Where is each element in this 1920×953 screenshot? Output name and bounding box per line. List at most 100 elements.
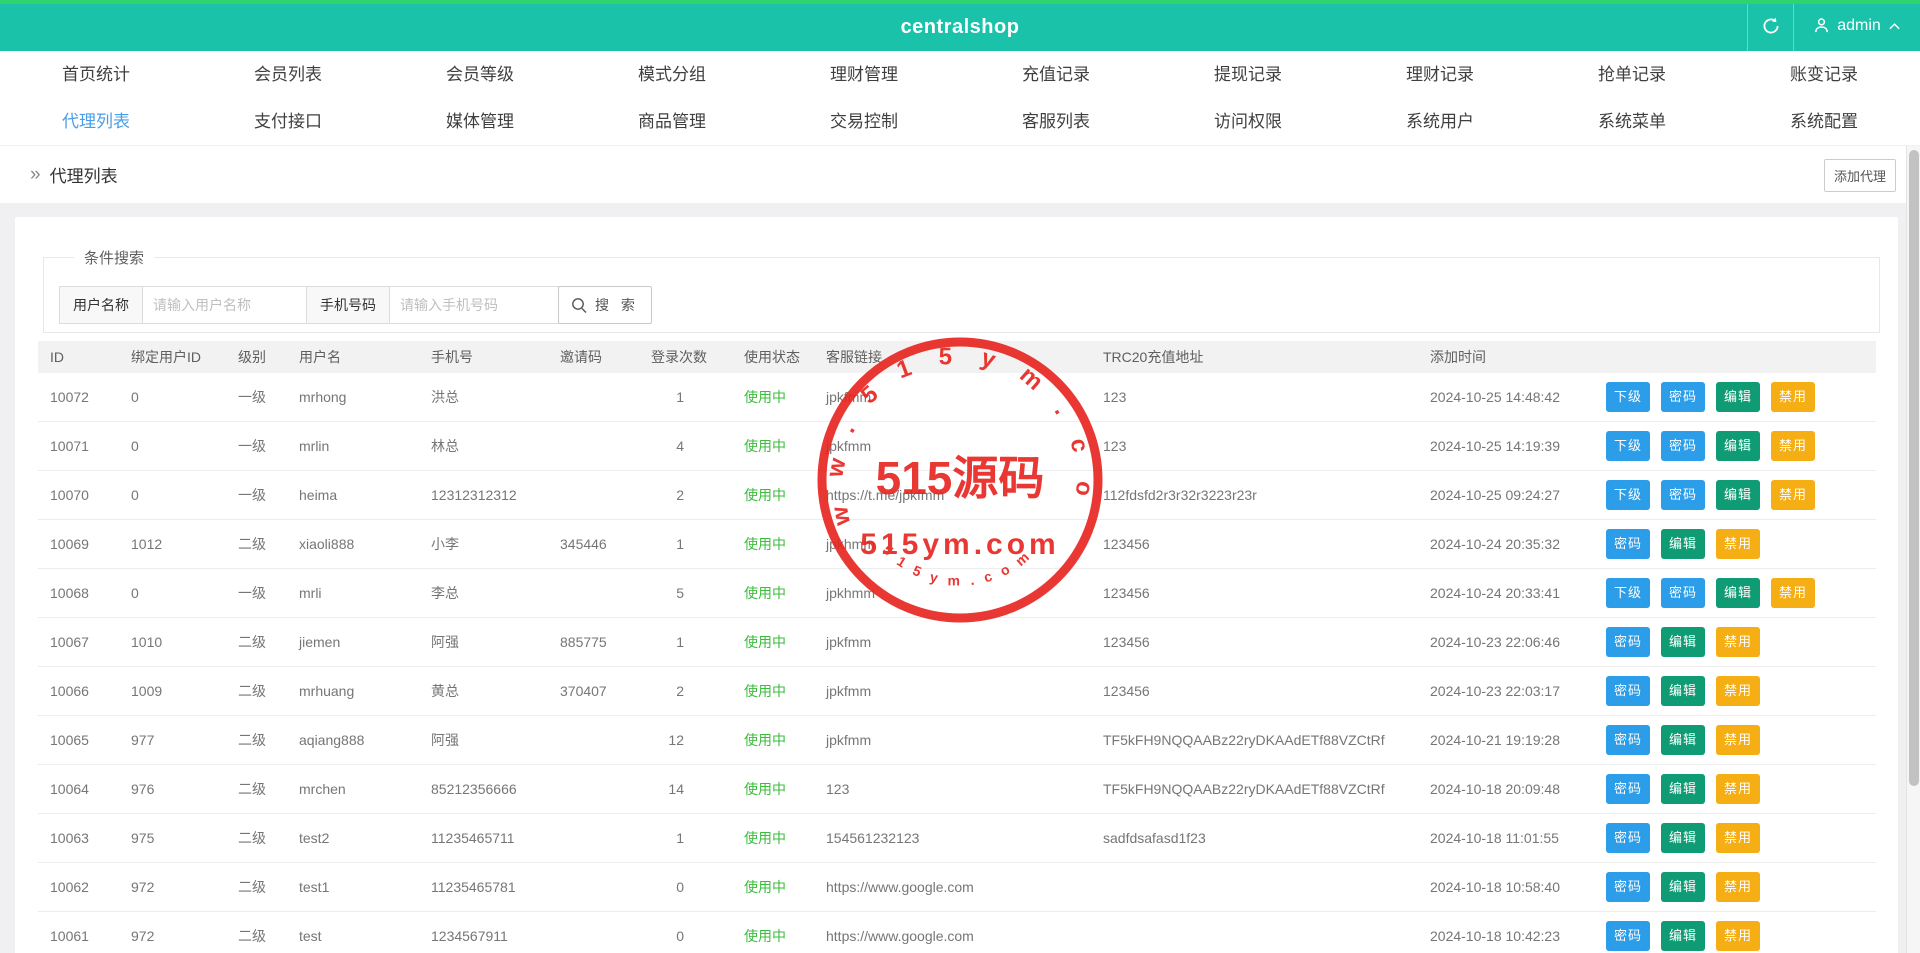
scrollbar-thumb[interactable] (1909, 150, 1919, 786)
cell-logins: 1 (676, 634, 684, 650)
action-pwd-button[interactable]: 密码 (1606, 774, 1650, 804)
cell-trc20: 112fdsfd2r3r32r3223r23r (1103, 487, 1257, 503)
nav-item-会员等级[interactable]: 会员等级 (384, 51, 576, 98)
action-pwd-button[interactable]: 密码 (1661, 480, 1705, 510)
action-disable-button[interactable]: 禁用 (1771, 578, 1815, 608)
nav-item-代理列表[interactable]: 代理列表 (0, 98, 192, 145)
cell-time: 2024-10-23 22:06:46 (1430, 634, 1560, 650)
table-row: 10067 1010 二级 jiemen 阿强 885775 1 使用中 jpkfmm 12345… (38, 618, 1876, 667)
admin-menu[interactable]: admin (1794, 0, 1920, 51)
cell-username: test (299, 928, 322, 944)
action-disable-button[interactable]: 禁用 (1771, 382, 1815, 412)
nav-item-交易控制[interactable]: 交易控制 (768, 98, 960, 145)
table-row: 10072 0 一级 mrhong 洪总 1 使用中 jpkfmm 123 2024-10-25 … (38, 373, 1876, 422)
nav-item-模式分组[interactable]: 模式分组 (576, 51, 768, 98)
action-edit-button[interactable]: 编辑 (1661, 627, 1705, 657)
action-edit-button[interactable]: 编辑 (1661, 774, 1705, 804)
action-pwd-button[interactable]: 密码 (1606, 529, 1650, 559)
cell-level: 二级 (238, 928, 266, 944)
action-edit-button[interactable]: 编辑 (1716, 578, 1760, 608)
action-edit-button[interactable]: 编辑 (1661, 725, 1705, 755)
cell-id: 10069 (50, 536, 89, 552)
cell-time: 2024-10-21 19:19:28 (1430, 732, 1560, 748)
nav-item-商品管理[interactable]: 商品管理 (576, 98, 768, 145)
nav-item-媒体管理[interactable]: 媒体管理 (384, 98, 576, 145)
refresh-icon (1763, 17, 1778, 33)
add-agent-button[interactable]: 添加代理 (1823, 159, 1896, 192)
admin-username: admin (1837, 16, 1881, 34)
cell-bind-id: 0 (131, 585, 139, 601)
action-edit-button[interactable]: 编辑 (1661, 872, 1705, 902)
nav-item-充值记录[interactable]: 充值记录 (960, 51, 1152, 98)
nav-item-提现记录[interactable]: 提现记录 (1152, 51, 1344, 98)
nav-item-账变记录[interactable]: 账变记录 (1728, 51, 1920, 98)
nav-item-客服列表[interactable]: 客服列表 (960, 98, 1152, 145)
action-edit-button[interactable]: 编辑 (1661, 823, 1705, 853)
cell-actions: 密码 编辑 禁用 (1584, 765, 1876, 813)
action-disable-button[interactable]: 禁用 (1716, 676, 1760, 706)
action-sub-button[interactable]: 下级 (1606, 431, 1650, 461)
action-pwd-button[interactable]: 密码 (1606, 725, 1650, 755)
cell-invite (548, 471, 639, 519)
action-edit-button[interactable]: 编辑 (1716, 382, 1760, 412)
action-edit-button[interactable]: 编辑 (1661, 529, 1705, 559)
action-disable-button[interactable]: 禁用 (1716, 627, 1760, 657)
nav-item-抢单记录[interactable]: 抢单记录 (1536, 51, 1728, 98)
action-pwd-button[interactable]: 密码 (1606, 823, 1650, 853)
cell-trc20: 123456 (1103, 634, 1150, 650)
action-disable-button[interactable]: 禁用 (1716, 872, 1760, 902)
action-pwd-button[interactable]: 密码 (1661, 431, 1705, 461)
cell-time: 2024-10-25 14:19:39 (1430, 438, 1560, 454)
phone-input[interactable] (389, 286, 559, 324)
nav-item-系统菜单[interactable]: 系统菜单 (1536, 98, 1728, 145)
nav-item-首页统计[interactable]: 首页统计 (0, 51, 192, 98)
nav-item-访问权限[interactable]: 访问权限 (1152, 98, 1344, 145)
cell-phone: 李总 (431, 585, 459, 601)
cell-level: 一级 (238, 389, 266, 405)
nav-item-理财记录[interactable]: 理财记录 (1344, 51, 1536, 98)
cell-trc20: 123 (1103, 438, 1127, 454)
action-pwd-button[interactable]: 密码 (1606, 627, 1650, 657)
cell-level: 一级 (238, 438, 266, 454)
action-sub-button[interactable]: 下级 (1606, 480, 1650, 510)
cell-time: 2024-10-18 20:09:48 (1430, 781, 1560, 797)
column-header-客服链接: 客服链接 (826, 349, 882, 365)
action-sub-button[interactable]: 下级 (1606, 578, 1650, 608)
action-disable-button[interactable]: 禁用 (1716, 823, 1760, 853)
column-header-用户名: 用户名 (299, 349, 341, 365)
nav-item-系统用户[interactable]: 系统用户 (1344, 98, 1536, 145)
action-disable-button[interactable]: 禁用 (1716, 774, 1760, 804)
action-pwd-button[interactable]: 密码 (1606, 872, 1650, 902)
nav-item-理财管理[interactable]: 理财管理 (768, 51, 960, 98)
action-disable-button[interactable]: 禁用 (1771, 480, 1815, 510)
search-fieldset: 条件搜索 用户名称 手机号码 搜 索 (43, 247, 1880, 333)
action-edit-button[interactable]: 编辑 (1716, 431, 1760, 461)
cell-phone: 小李 (431, 536, 459, 552)
action-disable-button[interactable]: 禁用 (1771, 431, 1815, 461)
action-pwd-button[interactable]: 密码 (1606, 921, 1650, 951)
cell-phone: 林总 (431, 438, 459, 454)
nav-item-系统配置[interactable]: 系统配置 (1728, 98, 1920, 145)
cell-trc20 (1091, 863, 1418, 911)
nav-item-支付接口[interactable]: 支付接口 (192, 98, 384, 145)
action-disable-button[interactable]: 禁用 (1716, 725, 1760, 755)
search-button[interactable]: 搜 索 (558, 286, 652, 324)
cell-level: 二级 (238, 634, 266, 650)
cell-invite: 345446 (560, 536, 607, 552)
cell-username: mrlin (299, 438, 330, 454)
nav-item-会员列表[interactable]: 会员列表 (192, 51, 384, 98)
action-pwd-button[interactable]: 密码 (1606, 676, 1650, 706)
username-input[interactable] (142, 286, 312, 324)
action-pwd-button[interactable]: 密码 (1661, 382, 1705, 412)
username-label: 用户名称 (59, 286, 142, 324)
action-pwd-button[interactable]: 密码 (1661, 578, 1705, 608)
action-disable-button[interactable]: 禁用 (1716, 529, 1760, 559)
action-disable-button[interactable]: 禁用 (1716, 921, 1760, 951)
action-sub-button[interactable]: 下级 (1606, 382, 1650, 412)
action-edit-button[interactable]: 编辑 (1716, 480, 1760, 510)
cell-id: 10062 (50, 879, 89, 895)
cell-status: 使用中 (744, 536, 786, 552)
refresh-button[interactable] (1748, 0, 1793, 51)
action-edit-button[interactable]: 编辑 (1661, 676, 1705, 706)
action-edit-button[interactable]: 编辑 (1661, 921, 1705, 951)
